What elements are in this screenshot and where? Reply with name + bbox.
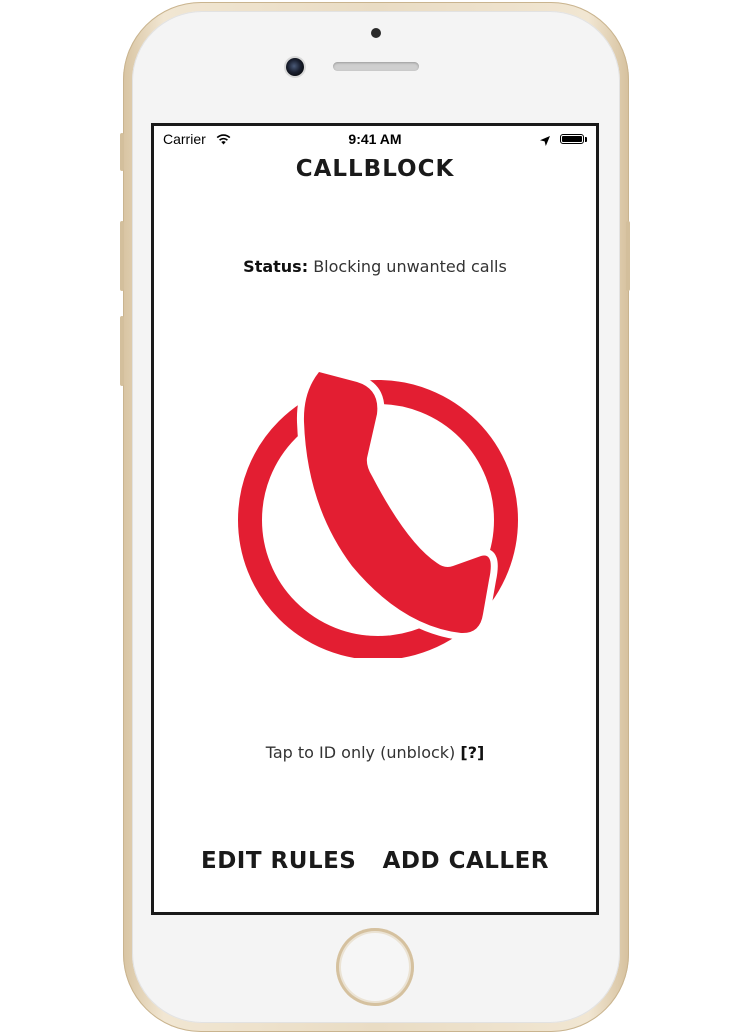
unblock-hint: Tap to ID only (unblock) [?] [154, 743, 596, 762]
help-link[interactable]: [?] [460, 743, 484, 762]
volume-down-button [120, 316, 124, 386]
status-message: Status: Blocking unwanted calls [154, 257, 596, 276]
status-bar: Carrier 9:41 AM [154, 126, 596, 152]
add-caller-button[interactable]: ADD CALLER [383, 848, 549, 874]
status-value: Blocking unwanted calls [313, 257, 507, 276]
battery-icon [560, 134, 584, 144]
phone-handset-circle-icon [238, 365, 518, 660]
block-toggle-button[interactable] [237, 358, 519, 660]
power-button [626, 221, 630, 291]
app-title: CALLBLOCK [295, 156, 455, 182]
proximity-sensor [371, 28, 381, 38]
clock: 9:41 AM [348, 131, 402, 147]
location-arrow-icon [540, 133, 550, 149]
status-label: Status: [243, 257, 309, 276]
earpiece-speaker [333, 62, 419, 71]
battery-level [562, 136, 582, 142]
battery-tip [585, 137, 587, 142]
app-screen: Carrier 9:41 AM CALLBLOCK Status: Blocki… [151, 123, 599, 915]
edit-rules-button[interactable]: EDIT RULES [201, 848, 356, 874]
front-camera [286, 58, 304, 76]
volume-up-button [120, 221, 124, 291]
tap-to-id-link[interactable]: Tap to ID only (unblock) [266, 743, 456, 762]
mute-switch [120, 133, 124, 171]
home-button[interactable] [336, 928, 414, 1006]
